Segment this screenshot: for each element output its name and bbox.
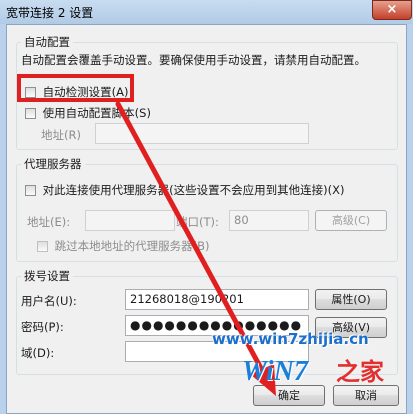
password-label: 密码(P): <box>21 320 64 334</box>
username-label: 用户名(U): <box>21 294 77 308</box>
script-address-label: 地址(R) <box>41 128 81 142</box>
use-script-label: 使用自动配置脚本(S) <box>42 106 151 120</box>
proxy-address-input[interactable] <box>85 210 175 231</box>
bypass-local-label: 跳过本地地址的代理服务器(B) <box>54 239 210 253</box>
proxy-address-label: 地址(E): <box>27 215 71 229</box>
proxy-port-input[interactable]: 80 <box>229 210 309 231</box>
use-script-option[interactable]: 使用自动配置脚本(S) <box>25 105 151 121</box>
highlight-box <box>17 74 134 102</box>
domain-label: 域(D): <box>21 346 55 360</box>
window-title: 宽带连接 2 设置 <box>6 6 94 20</box>
proxy-port-label: 端口(T): <box>176 215 219 229</box>
bypass-local-checkbox[interactable] <box>37 241 48 252</box>
proxy-legend: 代理服务器 <box>24 157 82 171</box>
use-proxy-label: 对此连接使用代理服务器(这些设置不会应用到其他连接)(X) <box>42 183 345 197</box>
watermark-suffix: 之家 <box>336 358 384 386</box>
bypass-local-option[interactable]: 跳过本地地址的代理服务器(B) <box>37 238 210 254</box>
use-proxy-option[interactable]: 对此连接使用代理服务器(这些设置不会应用到其他连接)(X) <box>25 182 344 198</box>
auto-config-legend: 自动配置 <box>24 35 70 49</box>
properties-button[interactable]: 属性(O) <box>315 289 387 310</box>
username-input[interactable]: 21268018@190201 <box>125 289 309 310</box>
dialup-legend: 拨号设置 <box>24 269 70 283</box>
script-address-input[interactable] <box>95 123 309 144</box>
watermark-url: www.win7zhijia.cn <box>212 330 369 348</box>
use-script-checkbox[interactable] <box>25 108 36 119</box>
proxy-advanced-button[interactable]: 高级(C) <box>315 210 387 231</box>
title-bar: 宽带连接 2 设置 <box>0 0 413 24</box>
close-button[interactable]: × <box>372 0 412 20</box>
watermark-logo: www.win7zhijia.cn WiN7 之家 <box>212 330 412 410</box>
close-icon: × <box>386 2 398 17</box>
use-proxy-checkbox[interactable] <box>25 185 36 196</box>
watermark-brand: WiN7 <box>242 356 308 387</box>
auto-config-description: 自动配置会覆盖手动设置。要确保使用手动设置，请禁用自动配置。 <box>21 53 366 67</box>
